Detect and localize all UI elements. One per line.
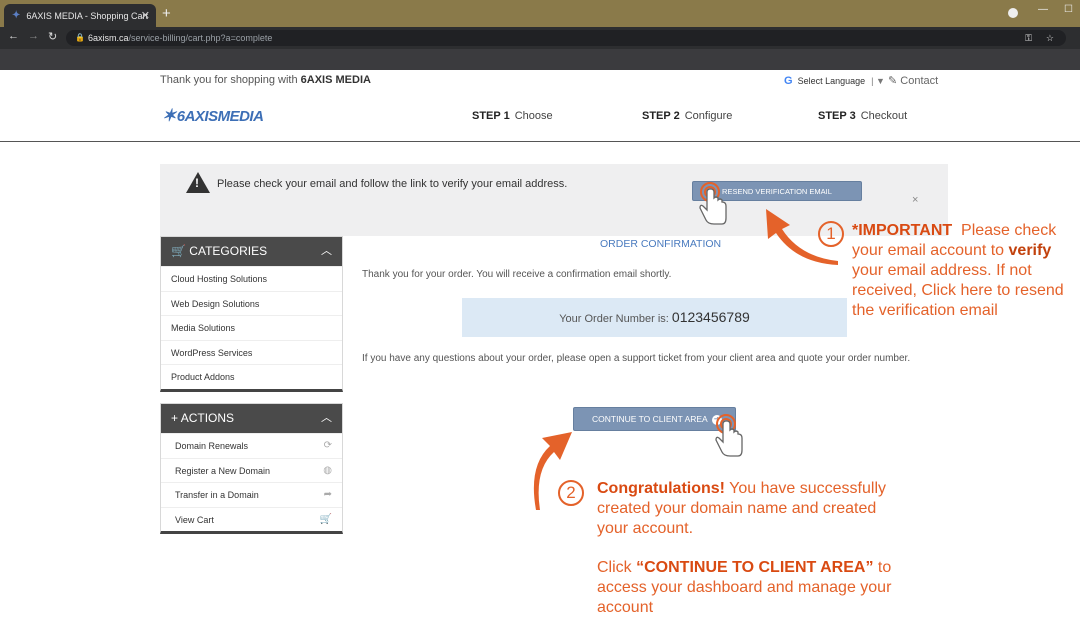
browser-tab[interactable]: ✦ 6AXIS MEDIA - Shopping Cart ✕ [4,4,156,27]
click-prefix: Click [597,559,632,576]
url-domain: 6axism.ca [88,33,129,43]
logo-star-icon: ✶ [162,106,176,125]
categories-panel: 🛒 CATEGORIES ︿ Cloud Hosting Solutions W… [160,236,343,392]
warning-mark: ! [195,176,199,190]
step-number: STEP 3 [818,110,856,122]
address-bar[interactable]: 🔒 6axism.ca/service-billing/cart.php?a=c… [66,30,1066,46]
google-icon: G [784,75,793,87]
contact-link[interactable]: ✎ Contact [888,74,938,87]
edit-icon: ✎ [888,75,898,87]
click-note: Click “CONTINUE TO CLIENT AREA” to acces… [597,558,907,618]
step-label: Configure [684,110,733,122]
list-item[interactable]: Media Solutions [161,315,342,340]
chevron-up-icon[interactable]: ︿ [321,237,332,266]
welcome-brand: 6AXIS MEDIA [300,74,371,86]
action-domain-renewals[interactable]: Domain Renewals ⟳ [161,433,342,458]
important-heading: *IMPORTANT [852,222,953,239]
actions-title: ACTIONS [180,411,235,425]
profile-icon[interactable] [1008,8,1018,18]
back-icon[interactable]: ← [8,30,19,42]
cart-icon: 🛒 [171,244,186,258]
categories-header[interactable]: 🛒 CATEGORIES ︿ [161,237,342,266]
list-item[interactable]: Cloud Hosting Solutions [161,266,342,291]
new-tab-icon[interactable]: + [162,5,171,22]
click-quote: “CONTINUE TO CLIENT AREA” [636,559,874,576]
bookmark-strip [0,49,1080,70]
step-2[interactable]: STEP 2 Configure [642,110,732,122]
action-view-cart[interactable]: View Cart 🛒 [161,506,342,532]
globe-icon: ◍ [323,464,332,476]
site-logo[interactable]: ✶6AXISMEDIA [162,106,264,126]
lock-icon: 🔒 [75,33,85,42]
share-icon: ➦ [323,489,332,500]
step-marker-1: 1 [818,221,844,247]
thanks-text: Thank you for your order. You will recei… [362,269,672,280]
actions-header[interactable]: + ACTIONS ︿ [161,404,342,433]
browser-toolbar: ← → ↻ 🔒 6axism.ca/service-billing/cart.p… [0,27,1080,49]
step-number: STEP 2 [642,110,680,122]
hand-pointer-icon [715,414,743,457]
actions-panel: + ACTIONS ︿ Domain Renewals ⟳ Register a … [160,403,343,534]
step-label: Choose [514,110,553,122]
hand-pointer-icon [699,182,727,225]
action-register-domain[interactable]: Register a New Domain ◍ [161,457,342,483]
list-item[interactable]: Web Design Solutions [161,290,342,316]
plus-icon: + [171,411,179,425]
contact-label: Contact [900,75,939,87]
action-label: Transfer in a Domain [175,490,259,500]
language-selector[interactable]: G Select Language | ▼ [784,75,885,87]
order-number: 0123456789 [671,309,750,325]
welcome-text: Thank you for shopping with 6AXIS MEDIA [160,74,371,86]
bookmark-star-icon[interactable]: ☆ [1046,30,1054,46]
order-number-box: Your Order Number is: 0123456789 [462,298,847,337]
dropdown-icon: | ▼ [871,76,885,86]
congrats-note: Congratulations! You have successfully c… [597,479,907,539]
logo-text: 6AXISMEDIA [176,108,264,125]
header-divider [0,141,1080,142]
page-title: ORDER CONFIRMATION [600,238,722,250]
url-path: /service-billing/cart.php?a=complete [128,33,273,43]
important-note: *IMPORTANT Please check your email accou… [852,221,1072,321]
chevron-up-icon[interactable]: ︿ [321,404,332,433]
step-3[interactable]: STEP 3 Checkout [818,110,907,122]
browser-tab-strip: ✦ 6AXIS MEDIA - Shopping Cart ✕ + — ☐ [0,0,1080,27]
questions-text: If you have any questions about your ord… [362,353,911,364]
important-verify: verify [1008,242,1052,259]
action-transfer-domain[interactable]: Transfer in a Domain ➦ [161,482,342,507]
tab-close-icon[interactable]: ✕ [141,9,150,22]
maximize-icon[interactable]: ☐ [1064,4,1073,15]
list-item[interactable]: WordPress Services [161,339,342,365]
refresh-icon: ⟳ [323,440,332,451]
list-item[interactable]: Product Addons [161,364,342,389]
action-label: Domain Renewals [175,441,249,451]
tab-title: 6AXIS MEDIA - Shopping Cart [26,10,148,21]
language-label: Select Language [797,76,866,86]
step-label: Checkout [860,110,908,122]
welcome-prefix: Thank you for shopping with [160,74,298,86]
minimize-icon[interactable]: — [1038,4,1048,15]
step-1[interactable]: STEP 1 Choose [472,110,553,122]
step-number: STEP 1 [472,110,510,122]
cart-icon: 🛒 [319,513,332,525]
close-icon[interactable]: × [912,194,918,206]
reload-icon[interactable]: ↻ [48,30,57,43]
congrats-heading: Congratulations! [597,480,725,497]
key-icon[interactable]: ⚿ [1025,30,1032,46]
favicon-icon: ✦ [12,10,21,21]
action-label: View Cart [175,514,214,525]
continue-label: CONTINUE TO CLIENT AREA [592,414,708,424]
step-marker-2: 2 [558,480,584,506]
categories-title: CATEGORIES [189,244,268,258]
important-text-b: your email address. If not received, Cli… [852,262,1064,319]
alert-text: Please check your email and follow the l… [217,178,568,190]
order-label: Your Order Number is: [559,313,669,325]
forward-icon[interactable]: → [28,30,39,42]
action-label: Register a New Domain [175,465,271,476]
